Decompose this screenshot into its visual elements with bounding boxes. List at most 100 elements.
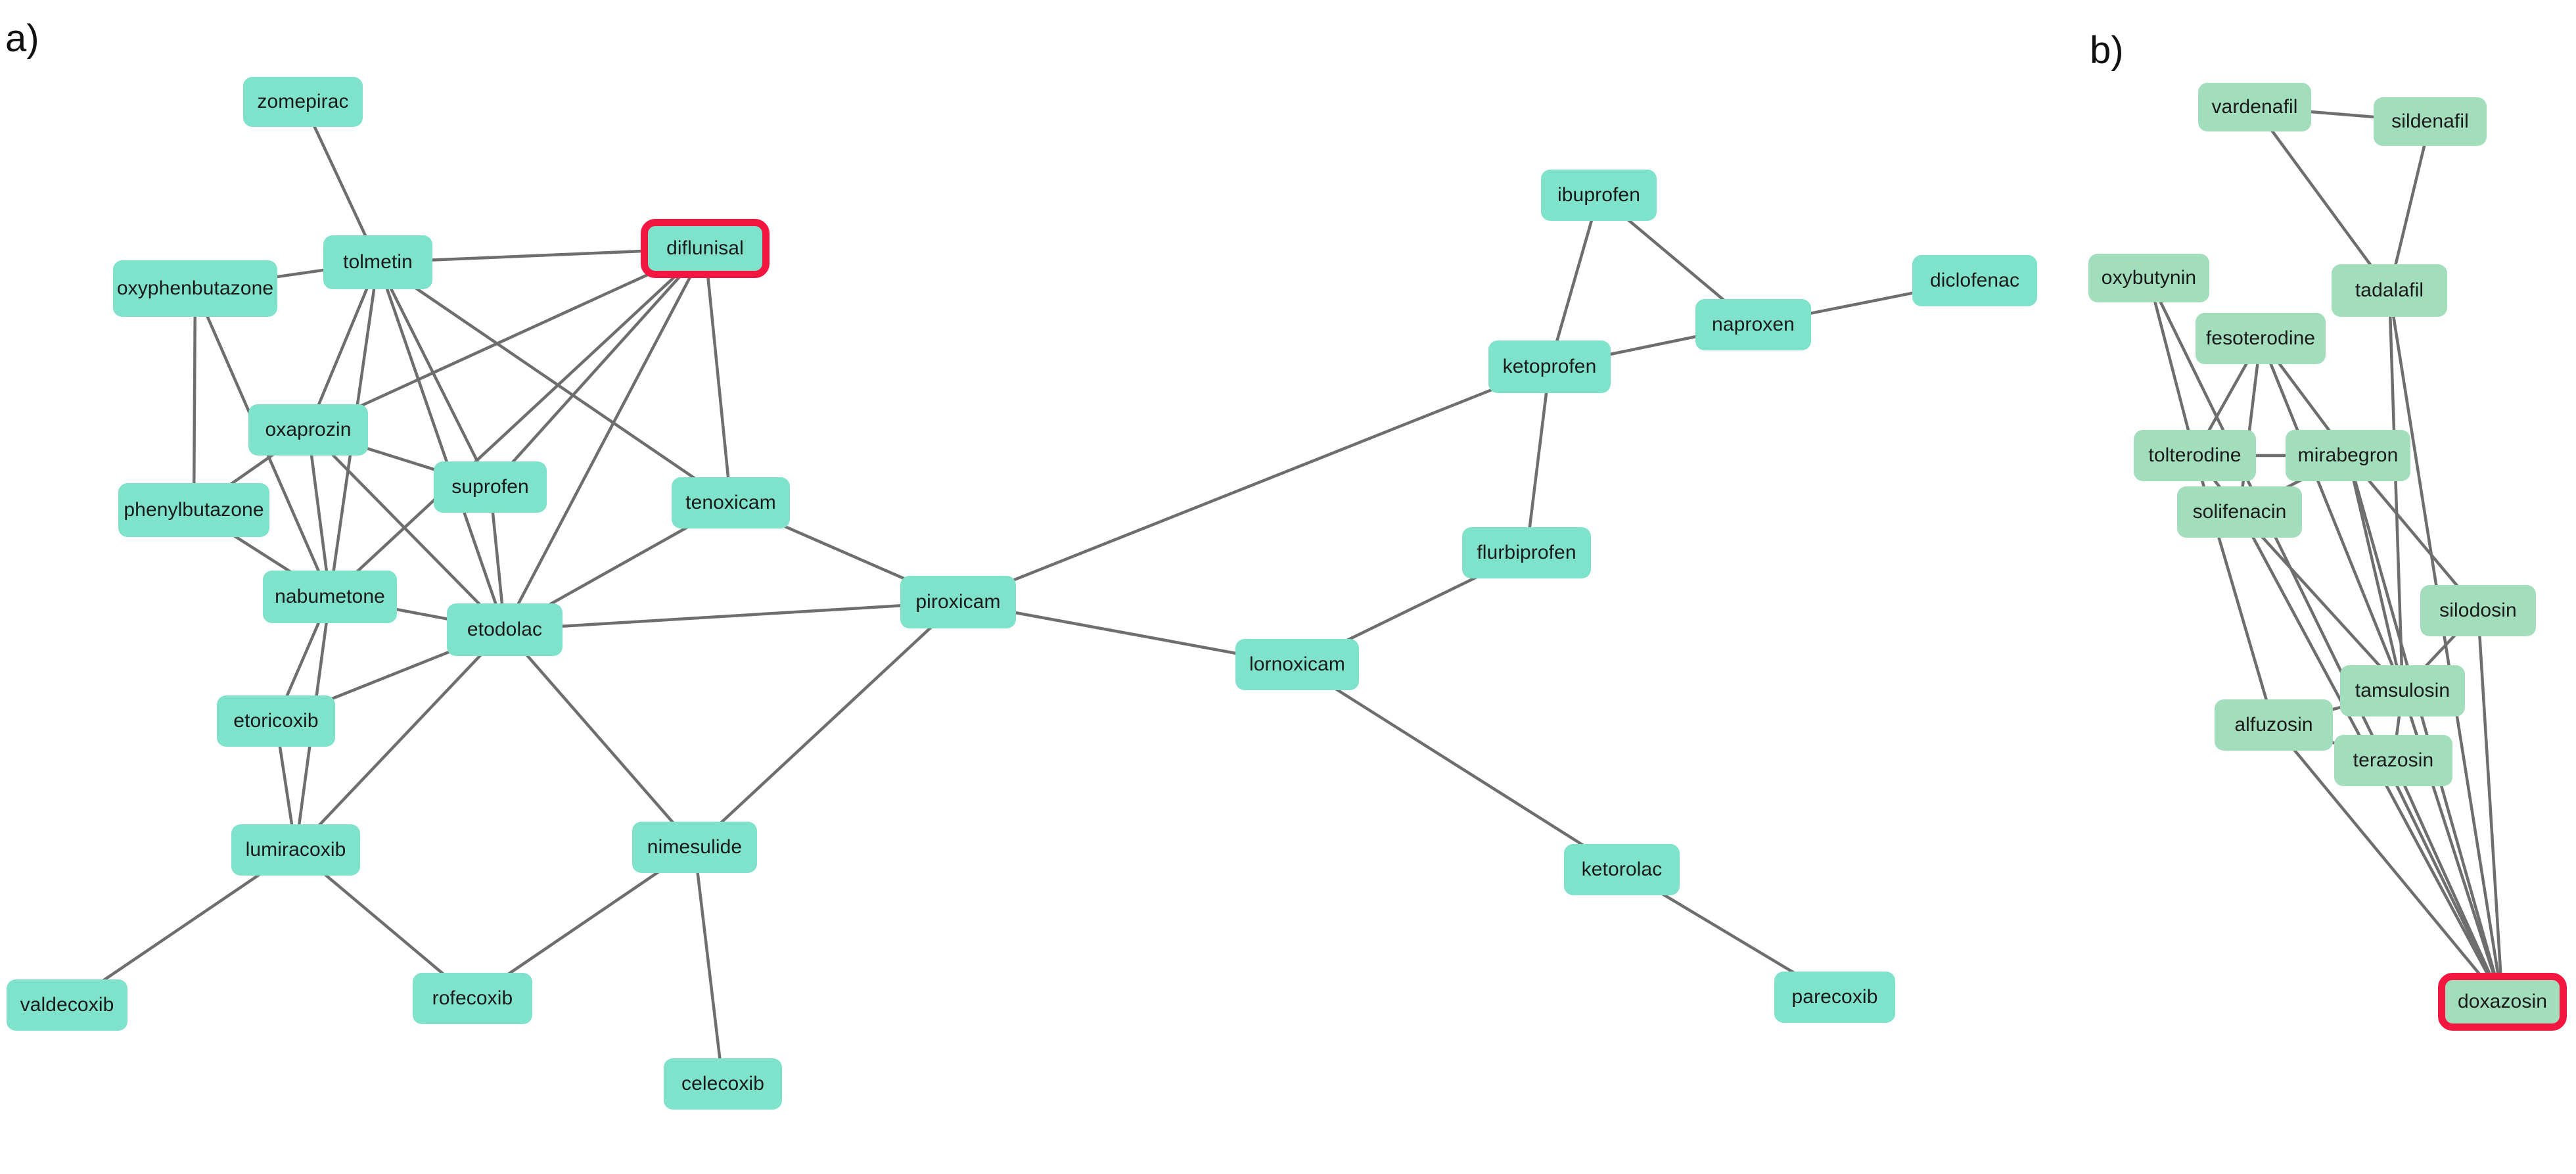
graph-node-tadalafil[interactable]: tadalafil (2332, 264, 2447, 317)
graph-node-zomepirac[interactable]: zomepirac (243, 77, 363, 127)
graph-node-sildenafil[interactable]: sildenafil (2374, 97, 2487, 146)
graph-node-label: oxyphenbutazone (116, 277, 274, 299)
graph-node-fesoterodine[interactable]: fesoterodine (2196, 313, 2326, 364)
graph-node-tolterodine[interactable]: tolterodine (2134, 430, 2256, 481)
graph-node-label: oxybutynin (2101, 267, 2197, 289)
graph-node-label: solifenacin (2192, 501, 2287, 523)
graph-node-label: ketorolac (1581, 858, 1663, 880)
graph-node-label: sildenafil (2391, 110, 2469, 132)
graph-edge (693, 845, 725, 1086)
graph-node-diclofenac[interactable]: diclofenac (1912, 255, 2037, 306)
graph-node-tamsulosin[interactable]: tamsulosin (2340, 665, 2465, 716)
graph-node-rofecoxib[interactable]: rofecoxib (413, 973, 532, 1024)
graph-edge (2476, 609, 2504, 1004)
graph-node-label: tolmetin (343, 251, 413, 273)
graph-node-ketoprofen[interactable]: ketoprofen (1488, 340, 1611, 393)
graph-node-nimesulide[interactable]: nimesulide (632, 822, 757, 873)
graph-node-naproxen[interactable]: naproxen (1695, 299, 1811, 350)
graph-node-label: mirabegron (2297, 444, 2399, 466)
graph-node-oxybutynin[interactable]: oxybutynin (2088, 254, 2209, 302)
graph-node-label: rofecoxib (432, 987, 513, 1009)
graph-node-lornoxicam[interactable]: lornoxicam (1235, 639, 1359, 690)
graph-edge (1525, 365, 1552, 555)
graph-node-label: silodosin (2439, 599, 2517, 621)
graph-node-label: phenylbutazone (124, 499, 264, 521)
graph-node-tenoxicam[interactable]: tenoxicam (672, 477, 790, 528)
graph-node-phenylbutazone[interactable]: phenylbutazone (118, 483, 269, 537)
graph-node-label: tolterodine (2148, 444, 2242, 466)
graph-node-oxyphenbutazone[interactable]: oxyphenbutazone (113, 260, 277, 317)
graph-node-doxazosin[interactable]: doxazosin (2438, 973, 2567, 1031)
graph-node-oxaprozin[interactable]: oxaprozin (248, 404, 368, 456)
graph-edge (376, 260, 492, 489)
graph-node-tolmetin[interactable]: tolmetin (323, 235, 432, 289)
graph-edge (693, 600, 960, 849)
graph-node-label: naproxen (1712, 314, 1795, 335)
graph-node-label: tamsulosin (2355, 680, 2450, 701)
graph-node-label: nabumetone (275, 586, 385, 607)
graph-edge (2387, 289, 2404, 693)
graph-node-ibuprofen[interactable]: ibuprofen (1541, 170, 1657, 221)
graph-node-label: nimesulide (647, 836, 743, 858)
graph-node-label: lornoxicam (1249, 653, 1346, 675)
panel-label-a: a) (5, 17, 39, 60)
graph-node-label: celecoxib (681, 1073, 764, 1094)
graph-edge (2346, 454, 2504, 1004)
graph-node-mirabegron[interactable]: mirabegron (2286, 430, 2410, 481)
graph-edge (488, 247, 707, 489)
graph-edge (2391, 759, 2504, 1004)
graph-node-label: etoricoxib (233, 710, 319, 732)
graph-edge (2238, 510, 2404, 693)
graph-node-terazosin[interactable]: terazosin (2334, 735, 2452, 786)
graph-edge (328, 247, 707, 599)
graph-node-vardenafil[interactable]: vardenafil (2198, 83, 2311, 131)
graph-edge (376, 260, 733, 505)
graph-node-flurbiprofen[interactable]: flurbiprofen (1462, 527, 1591, 578)
graph-node-alfuzosin[interactable]: alfuzosin (2215, 699, 2333, 751)
graph-edge (503, 628, 697, 849)
graph-node-label: piroxicam (915, 591, 1001, 613)
graph-node-solifenacin[interactable]: solifenacin (2177, 486, 2302, 538)
graph-edge (1295, 663, 1624, 872)
graph-edge (376, 260, 507, 632)
graph-node-valdecoxib[interactable]: valdecoxib (7, 979, 127, 1031)
graph-edge (192, 287, 197, 512)
graph-node-label: lumiracoxib (245, 839, 346, 860)
graph-node-label: ibuprofen (1557, 184, 1640, 206)
graph-edge (703, 247, 733, 505)
graph-node-lumiracoxib[interactable]: lumiracoxib (231, 824, 360, 876)
graph-node-silodosin[interactable]: silodosin (2420, 585, 2536, 636)
graph-node-label: vardenafil (2211, 96, 2298, 118)
graph-node-piroxicam[interactable]: piroxicam (900, 576, 1016, 628)
graph-node-ketorolac[interactable]: ketorolac (1564, 844, 1680, 895)
graph-edge (2387, 289, 2504, 1004)
graph-node-parecoxib[interactable]: parecoxib (1774, 972, 1895, 1023)
graph-node-nabumetone[interactable]: nabumetone (263, 571, 397, 623)
graph-node-label: zomepirac (257, 91, 349, 112)
graph-node-label: alfuzosin (2234, 714, 2313, 736)
graph-node-celecoxib[interactable]: celecoxib (664, 1058, 782, 1110)
graph-node-etodolac[interactable]: etodolac (447, 603, 563, 656)
graph-edge (2147, 276, 2197, 458)
graph-node-label: diclofenac (1929, 270, 2020, 291)
graph-node-label: tadalafil (2355, 279, 2424, 301)
graph-node-label: parecoxib (1791, 986, 1878, 1008)
graph-edge (2147, 276, 2504, 1004)
graph-node-diflunisal[interactable]: diflunisal (641, 219, 770, 278)
graph-node-etoricoxib[interactable]: etoricoxib (217, 695, 335, 747)
network-figure: zomepirac tolmetin diflunisal oxyphenbutazo… (0, 0, 2576, 1174)
graph-node-label: fesoterodine (2205, 327, 2316, 349)
graph-node-label: terazosin (2353, 749, 2434, 771)
graph-edge (2253, 105, 2391, 293)
graph-node-label: flurbiprofen (1477, 542, 1576, 563)
graph-node-label: diflunisal (666, 237, 744, 259)
graph-node-suprofen[interactable]: suprofen (434, 461, 547, 513)
graph-edge (2346, 454, 2404, 693)
graph-node-label: valdecoxib (20, 994, 114, 1016)
graph-edge (503, 600, 960, 632)
graph-node-label: tenoxicam (685, 492, 776, 513)
graph-edge (956, 365, 1552, 604)
graph-node-label: oxaprozin (265, 419, 352, 440)
graph-node-label: doxazosin (2458, 991, 2547, 1012)
panel-label-b: b) (2090, 29, 2124, 72)
